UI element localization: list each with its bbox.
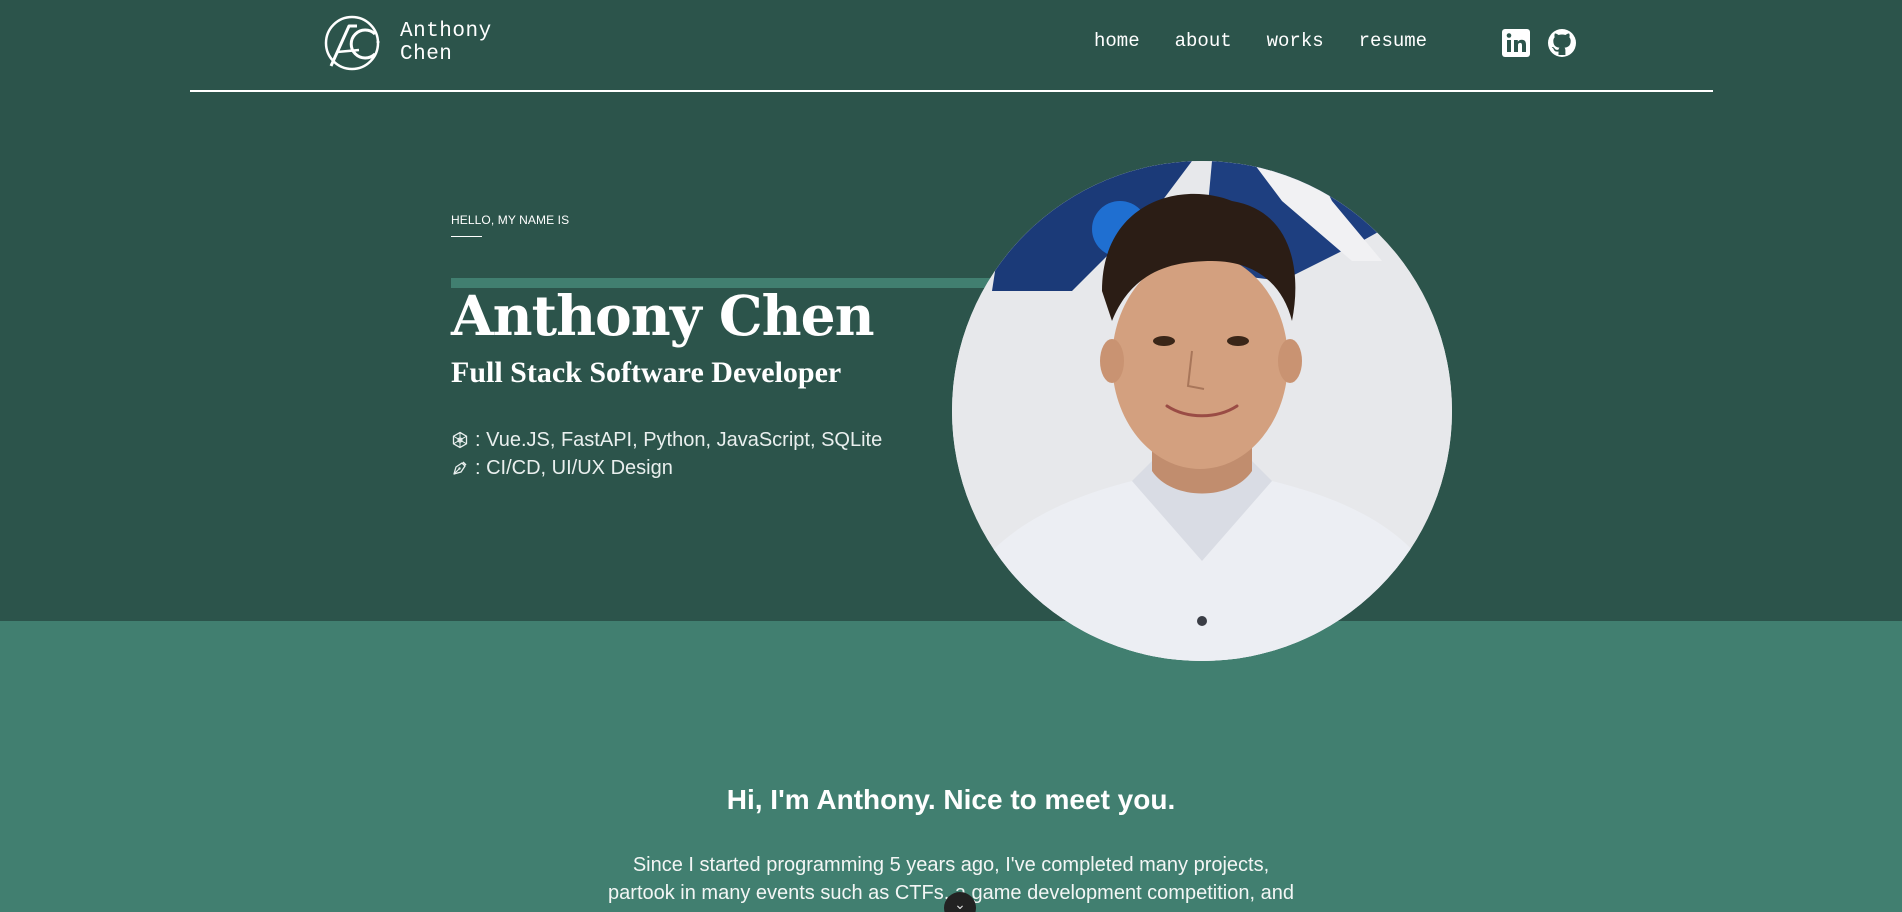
profile-portrait-image bbox=[952, 161, 1452, 661]
github-link[interactable] bbox=[1547, 28, 1577, 58]
skill-text-design: : CI/CD, UI/UX Design bbox=[475, 457, 673, 479]
linkedin-icon bbox=[1502, 29, 1530, 57]
pen-icon bbox=[453, 461, 467, 475]
hero-role: Full Stack Software Developer bbox=[451, 356, 842, 389]
hero-section bbox=[0, 0, 1902, 621]
hero-eyebrow: HELLO, MY NAME IS bbox=[451, 213, 570, 227]
nav-home[interactable]: home bbox=[1094, 30, 1140, 52]
skill-row-tech: : Vue.JS, FastAPI, Python, JavaScript, S… bbox=[451, 426, 882, 454]
logo-first-name: Anthony bbox=[400, 20, 492, 43]
skills-list: : Vue.JS, FastAPI, Python, JavaScript, S… bbox=[451, 426, 882, 482]
linkedin-link[interactable] bbox=[1501, 28, 1531, 58]
skill-text-tech: : Vue.JS, FastAPI, Python, JavaScript, S… bbox=[475, 429, 883, 451]
nav-works[interactable]: works bbox=[1267, 30, 1324, 52]
skill-row-design: : CI/CD, UI/UX Design bbox=[451, 454, 882, 482]
nav-resume[interactable]: resume bbox=[1359, 30, 1427, 52]
main-nav: home about works resume bbox=[1094, 30, 1462, 52]
logo-link[interactable]: Anthony Chen bbox=[323, 14, 492, 72]
hero-name: Anthony Chen bbox=[451, 283, 875, 348]
code-icon bbox=[452, 431, 468, 449]
chevron-down-icon: ⌄ bbox=[954, 896, 966, 912]
hero-eyebrow-underline bbox=[451, 236, 482, 237]
nav-about[interactable]: about bbox=[1175, 30, 1232, 52]
profile-photo bbox=[952, 161, 1452, 661]
social-links bbox=[1501, 28, 1577, 58]
logo-mark-icon bbox=[324, 15, 380, 71]
nav-divider bbox=[190, 90, 1713, 92]
logo-text: Anthony Chen bbox=[400, 20, 492, 66]
github-icon bbox=[1548, 29, 1576, 57]
logo-last-name: Chen bbox=[400, 43, 453, 66]
about-greeting: Hi, I'm Anthony. Nice to meet you. bbox=[726, 784, 1176, 815]
